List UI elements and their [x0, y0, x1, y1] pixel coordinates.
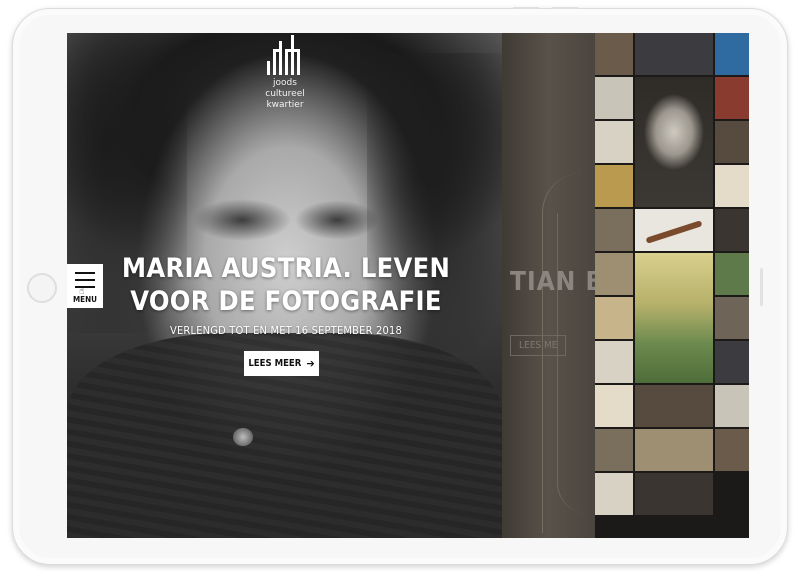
next-slide-button: LEES ME — [510, 335, 567, 356]
collage-tile — [595, 297, 633, 339]
light-string-decoration-2 — [557, 213, 598, 513]
collage-tile — [595, 33, 633, 75]
tablet-power-button — [552, 7, 578, 9]
collage-tile — [595, 77, 633, 119]
collage-tile — [715, 385, 749, 427]
tablet-volume-button — [513, 7, 539, 9]
logo-text: joods cultureel kwartier — [260, 78, 310, 111]
collage-tile — [635, 473, 713, 515]
collage-tile — [715, 297, 749, 339]
collage-painting-tile — [635, 253, 713, 383]
collage-tile — [715, 209, 749, 251]
lees-meer-button[interactable]: LEES MEER ➔ — [244, 351, 319, 376]
collage-tile — [595, 341, 633, 383]
collage-tile — [635, 429, 713, 471]
collage-tile — [715, 165, 749, 207]
pipe-shape — [645, 220, 703, 244]
photo-collage — [595, 33, 749, 538]
collage-tile — [715, 341, 749, 383]
next-slide-preview[interactable]: TIAN BOLT LEES ME — [502, 33, 653, 538]
collage-tile — [595, 165, 633, 207]
collage-tile — [715, 121, 749, 163]
collage-tile — [595, 473, 633, 515]
lees-meer-label: LEES MEER — [248, 358, 302, 369]
collage-tile — [715, 253, 749, 295]
hero-subtitle: VERLENGD TOT EN MET 16 SEPTEMBER 2018 — [170, 324, 402, 337]
screen: joods cultureel kwartier MARIA AUSTRIA. … — [67, 33, 749, 538]
tablet-camera-notch — [760, 268, 763, 306]
logo-line-1: joods — [273, 78, 297, 88]
collage-tile — [635, 385, 713, 427]
collage-tile — [715, 33, 749, 75]
collage-tile — [595, 209, 633, 251]
collage-portrait-tile — [635, 77, 713, 207]
tablet-home-button — [27, 273, 57, 303]
portrait-brooch — [233, 428, 253, 446]
logo-mark-icon — [267, 35, 300, 75]
collage-tile — [635, 33, 713, 75]
collage-tile — [595, 253, 633, 295]
menu-label: MENU — [73, 295, 97, 304]
hero-slide: joods cultureel kwartier MARIA AUSTRIA. … — [67, 33, 502, 538]
site-logo[interactable]: joods cultureel kwartier — [260, 35, 310, 111]
collage-tile — [595, 385, 633, 427]
hero-title: MARIA AUSTRIA. LEVEN VOOR DE FOTOGRAFIE — [121, 253, 451, 317]
logo-line-2: cultureel — [265, 89, 305, 99]
collage-tile — [715, 77, 749, 119]
hamburger-icon — [75, 272, 95, 293]
logo-line-3: kwartier — [266, 100, 304, 110]
collage-pipe-tile — [635, 209, 713, 251]
arrow-right-icon: ➔ — [306, 357, 315, 370]
collage-tile — [595, 429, 633, 471]
menu-button[interactable]: ☝ MENU — [67, 264, 103, 308]
collage-tile — [595, 121, 633, 163]
collage-tile — [715, 429, 749, 471]
